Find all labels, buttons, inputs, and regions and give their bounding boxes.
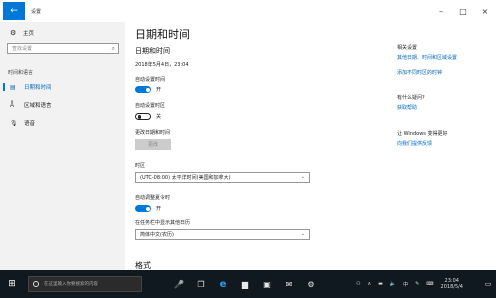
back-button[interactable]: ← <box>3 2 25 20</box>
window-controls: – □ × <box>430 0 496 22</box>
sidebar: ⚙ 主页 查找设置 ⌕ 时间和语言 ▤ 日期和时间 Aͣ 区域和语言 🎙 语音 <box>0 22 125 270</box>
microphone-icon: 🎙 <box>10 119 18 127</box>
sidebar-item-speech[interactable]: 🎙 语音 <box>0 117 125 129</box>
dst-toggle[interactable]: 开 <box>135 205 161 212</box>
title-bar: ← 设置 – □ × <box>0 0 496 22</box>
back-arrow-icon: ← <box>10 6 18 16</box>
toggle-state: 开 <box>156 206 162 212</box>
change-button[interactable]: 更改 <box>135 139 171 150</box>
change-datetime-label: 更改日期和时间 <box>135 130 171 136</box>
taskbar-search-placeholder: 在这里输入你要搜索的内容 <box>44 282 98 287</box>
app-title: 设置 <box>31 8 42 15</box>
main-content: 日期和时间 日期和时间 2018年5月4日，23:04 自动设置时间 开 自动设… <box>125 22 375 270</box>
edge-browser-icon[interactable]: e <box>212 270 234 298</box>
close-button[interactable]: × <box>474 0 496 22</box>
volume-icon[interactable]: 🔈 <box>390 281 396 287</box>
taskbar-calendar-label: 在任务栏中显示其他日历 <box>135 220 191 226</box>
home-icon: ⚙ <box>10 29 17 37</box>
sidebar-home[interactable]: ⚙ 主页 <box>10 29 34 37</box>
windows-start-icon[interactable]: ⊞ <box>3 270 21 298</box>
sidebar-item-region-language[interactable]: Aͣ 区域和语言 <box>0 99 125 111</box>
toggle-switch-on <box>135 205 151 212</box>
file-explorer-icon[interactable]: ▆ <box>234 270 256 298</box>
calendar-clock-icon: ▤ <box>10 83 16 91</box>
sidebar-item-label: 日期和时间 <box>24 85 52 91</box>
related-link-clocks[interactable]: 添加不同时区的时钟 <box>397 69 442 76</box>
clock-date: 2018/5/4 <box>440 284 463 290</box>
page-title: 日期和时间 <box>135 28 190 41</box>
taskbar-calendar-select[interactable]: 简体中文(农历) ⌄ <box>135 229 310 240</box>
auto-time-label: 自动设置时间 <box>135 77 166 83</box>
taskbar: ⊞ 在这里输入你要搜索的内容 🎤 ❐ e ▆ ▣ ✉ ⚙ ⚇ ∧ ▬ 🔈 中 ✎… <box>0 270 496 298</box>
taskbar-search-box[interactable]: 在这里输入你要搜索的内容 <box>28 276 142 292</box>
toggle-switch-off <box>135 113 151 120</box>
people-icon[interactable]: ⚇ <box>356 281 360 287</box>
search-icon: ⌕ <box>111 45 115 52</box>
task-view-icon[interactable]: ❐ <box>190 270 212 298</box>
sidebar-section-label: 时间和语言 <box>8 70 34 76</box>
chevron-down-icon: ⌄ <box>300 231 305 237</box>
related-heading: 相关设置 <box>397 45 418 51</box>
sidebar-item-label: 语音 <box>24 121 36 127</box>
cortana-icon <box>33 281 39 287</box>
sidebar-item-date-time[interactable]: ▤ 日期和时间 <box>0 81 125 93</box>
toggle-state: 开 <box>156 87 162 93</box>
mail-icon[interactable]: ✉ <box>278 270 300 298</box>
related-link-additional[interactable]: 其他日期、时间和区域设置 <box>397 54 457 61</box>
chevron-up-icon[interactable]: ∧ <box>367 281 371 287</box>
sidebar-home-label: 主页 <box>23 31 35 37</box>
feedback-link[interactable]: 向我们提供反馈 <box>397 140 432 147</box>
minimize-button[interactable]: – <box>430 0 452 22</box>
chevron-down-icon: ⌄ <box>300 174 305 180</box>
region-language-icon: Aͣ <box>10 101 15 109</box>
question-heading: 有什么疑问? <box>397 95 425 101</box>
microphone-icon[interactable]: 🎤 <box>168 270 190 298</box>
store-icon[interactable]: ▣ <box>256 270 278 298</box>
settings-gear-icon[interactable]: ⚙ <box>300 270 322 298</box>
timezone-select[interactable]: (UTC-08:00) 太平洋时间(美国和加拿大) ⌄ <box>135 172 310 183</box>
improve-heading: 让 Windows 变得更好 <box>397 131 448 137</box>
notification-center-icon[interactable]: ▭ <box>480 280 496 288</box>
network-icon[interactable]: ▬ <box>378 281 383 287</box>
sidebar-search-input[interactable]: 查找设置 ⌕ <box>7 43 119 54</box>
maximize-button[interactable]: □ <box>452 0 474 22</box>
sidebar-item-label: 区域和语言 <box>24 103 52 109</box>
toggle-switch-on <box>135 86 151 93</box>
toggle-state: 关 <box>156 114 162 120</box>
current-datetime: 2018年5月4日，23:04 <box>135 62 189 68</box>
keyboard-icon[interactable]: ⌨ <box>426 281 433 287</box>
taskbar-calendar-value: 简体中文(农历) <box>140 232 174 238</box>
get-help-link[interactable]: 获取帮助 <box>397 104 417 111</box>
pen-icon[interactable]: ✎ <box>415 281 419 287</box>
system-tray: ⚇ ∧ ▬ 🔈 中 ✎ ⌨ 23:04 2018/5/4 ▭ <box>356 270 496 298</box>
timezone-value: (UTC-08:00) 太平洋时间(美国和加拿大) <box>140 175 231 181</box>
sidebar-search-placeholder: 查找设置 <box>12 46 33 52</box>
taskbar-clock[interactable]: 23:04 2018/5/4 <box>441 278 470 290</box>
dst-label: 自动调整夏令时 <box>135 195 171 201</box>
active-indicator <box>3 83 5 91</box>
input-indicator[interactable]: 中 <box>403 281 408 288</box>
section-title: 日期和时间 <box>135 47 170 55</box>
auto-timezone-toggle[interactable]: 关 <box>135 113 161 120</box>
timezone-label: 时区 <box>135 163 146 169</box>
auto-timezone-label: 自动设置时区 <box>135 103 166 109</box>
auto-time-toggle[interactable]: 开 <box>135 86 161 93</box>
taskbar-apps: 🎤 ❐ e ▆ ▣ ✉ ⚙ <box>168 270 322 298</box>
